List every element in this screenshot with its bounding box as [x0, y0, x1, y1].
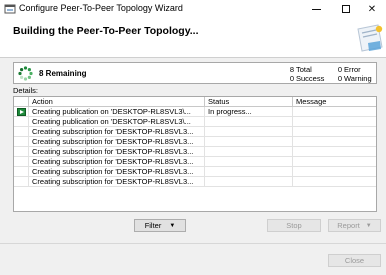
status-cell — [205, 177, 293, 187]
table-row[interactable]: Creating subscription for 'DESKTOP-RL8SV… — [14, 147, 376, 157]
action-cell: Creating subscription for 'DESKTOP-RL8SV… — [29, 147, 205, 157]
wizard-app-icon — [4, 4, 16, 14]
status-cell — [205, 127, 293, 137]
row-status-icon-cell — [14, 117, 29, 127]
success-count: 0 — [289, 74, 294, 83]
stop-button[interactable]: Stop — [267, 219, 321, 232]
chevron-down-icon: ▼ — [365, 222, 372, 229]
error-label: Error — [344, 65, 361, 74]
action-cell: Creating subscription for 'DESKTOP-RL8SV… — [29, 127, 205, 137]
chevron-down-icon: ▼ — [169, 222, 176, 229]
table-row[interactable]: Creating subscription for 'DESKTOP-RL8SV… — [14, 157, 376, 167]
action-cell: Creating publication on 'DESKTOP-RL8SVL3… — [29, 107, 205, 117]
total-label: Total — [296, 65, 312, 74]
action-cell: Creating publication on 'DESKTOP-RL8SVL3… — [29, 117, 205, 127]
maximize-button[interactable] — [332, 0, 360, 18]
message-cell — [293, 107, 376, 117]
row-status-icon-cell — [14, 107, 29, 117]
grid-header: Action Status Message — [14, 97, 376, 107]
progress-spinner-icon — [18, 66, 33, 81]
page-heading: Building the Peer-To-Peer Topology... — [13, 25, 199, 37]
report-button-label: Report — [337, 221, 360, 230]
row-status-icon-cell — [14, 157, 29, 167]
report-button[interactable]: Report ▼ — [328, 219, 381, 232]
table-row[interactable]: Creating publication on 'DESKTOP-RL8SVL3… — [14, 107, 376, 117]
filter-button-label: Filter — [144, 221, 162, 230]
message-cell — [293, 177, 376, 187]
message-cell — [293, 137, 376, 147]
status-cell — [205, 157, 293, 167]
close-window-button[interactable]: ✕ — [358, 0, 386, 18]
warning-count: 0 — [337, 74, 342, 83]
table-row[interactable]: Creating subscription for 'DESKTOP-RL8SV… — [14, 167, 376, 177]
table-row[interactable]: Creating subscription for 'DESKTOP-RL8SV… — [14, 127, 376, 137]
column-header-status[interactable]: Status — [205, 97, 293, 107]
message-cell — [293, 167, 376, 177]
maximize-icon — [342, 5, 350, 13]
row-status-icon-cell — [14, 147, 29, 157]
row-status-icon-cell — [14, 167, 29, 177]
status-cell — [205, 137, 293, 147]
grid-header-icon-column — [14, 97, 29, 107]
message-cell — [293, 117, 376, 127]
table-row[interactable]: Creating subscription for 'DESKTOP-RL8SV… — [14, 177, 376, 187]
row-status-icon-cell — [14, 177, 29, 187]
action-cell: Creating subscription for 'DESKTOP-RL8SV… — [29, 157, 205, 167]
stop-button-label: Stop — [286, 221, 302, 230]
row-status-icon-cell — [14, 127, 29, 137]
status-cell — [205, 147, 293, 157]
close-button-label: Close — [344, 256, 365, 265]
message-cell — [293, 157, 376, 167]
total-count: 8 — [289, 65, 294, 74]
filter-button[interactable]: Filter ▼ — [134, 219, 186, 232]
status-cell — [205, 167, 293, 177]
column-header-message[interactable]: Message — [293, 97, 376, 107]
message-cell — [293, 147, 376, 157]
minimize-button[interactable] — [302, 0, 330, 18]
action-cell: Creating subscription for 'DESKTOP-RL8SV… — [29, 177, 205, 187]
progress-summary: 8 Remaining 8 Total 0 Success 0 Error 0 … — [13, 62, 377, 84]
details-grid[interactable]: Action Status Message Creating publicati… — [13, 96, 377, 212]
wizard-header: Building the Peer-To-Peer Topology... — [0, 18, 386, 58]
row-status-icon-cell — [14, 137, 29, 147]
message-cell — [293, 127, 376, 137]
details-label: Details: — [13, 86, 39, 95]
table-row[interactable]: Creating subscription for 'DESKTOP-RL8SV… — [14, 137, 376, 147]
success-label: Success — [296, 74, 325, 83]
wizard-banner-icon — [357, 24, 383, 52]
footer-divider — [0, 243, 386, 244]
remaining-count: 8 Remaining — [39, 69, 87, 78]
status-cell — [205, 117, 293, 127]
action-cell: Creating subscription for 'DESKTOP-RL8SV… — [29, 167, 205, 177]
status-cell: In progress... — [205, 107, 293, 117]
title-bar: Configure Peer-To-Peer Topology Wizard ✕ — [0, 0, 386, 18]
column-header-action[interactable]: Action — [29, 97, 205, 107]
minimize-icon — [311, 8, 321, 10]
table-row[interactable]: Creating publication on 'DESKTOP-RL8SVL3… — [14, 117, 376, 127]
action-cell: Creating subscription for 'DESKTOP-RL8SV… — [29, 137, 205, 147]
window-title: Configure Peer-To-Peer Topology Wizard — [19, 3, 183, 13]
error-count: 0 — [337, 65, 342, 74]
close-icon: ✕ — [367, 3, 377, 15]
warning-label: Warning — [344, 74, 372, 83]
current-step-arrow-icon — [17, 108, 26, 116]
close-button[interactable]: Close — [328, 254, 381, 267]
